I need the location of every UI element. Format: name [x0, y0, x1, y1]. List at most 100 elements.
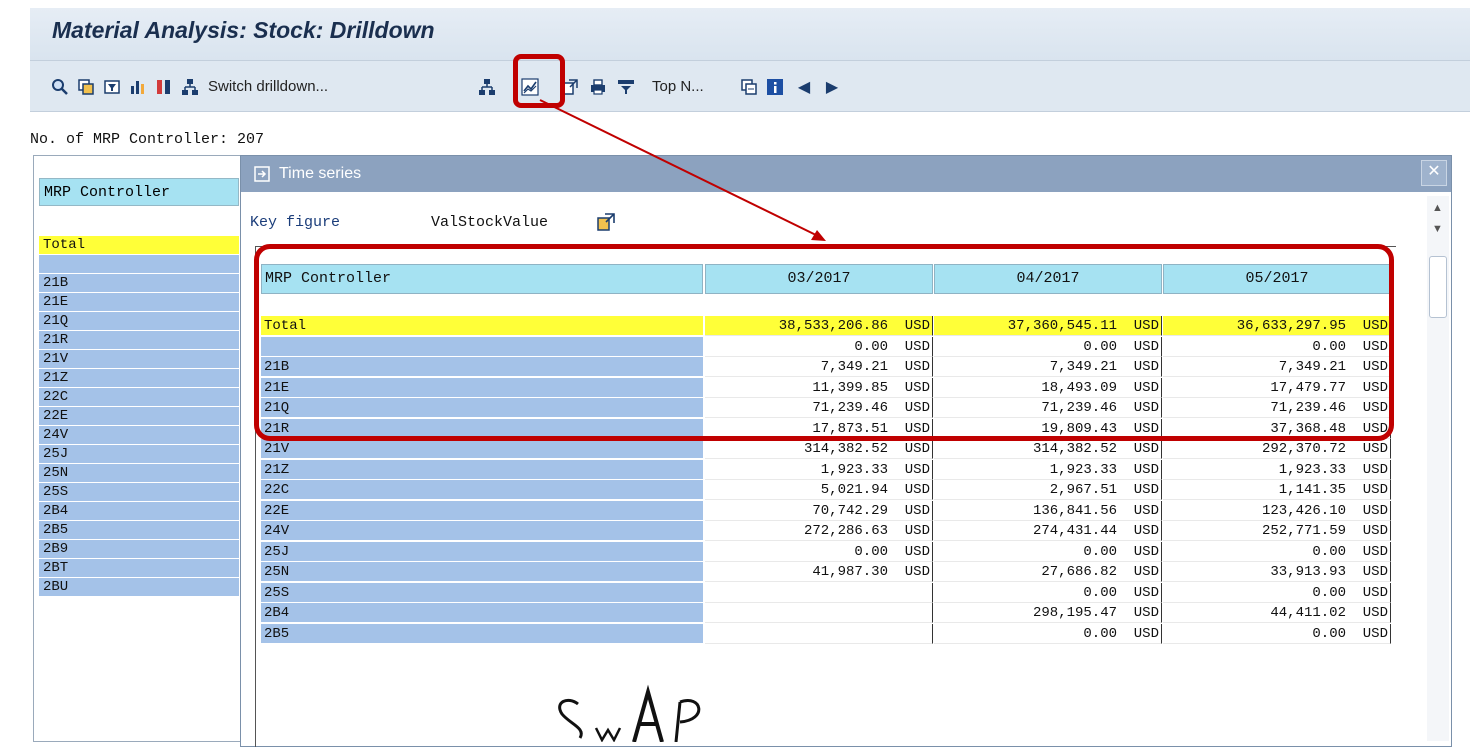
table-row[interactable]: 25J 0.00 USD 0.00 USD 0.00 USD	[256, 541, 1396, 563]
bar-chart-icon[interactable]	[126, 74, 150, 100]
prev-arrow-icon[interactable]: ◀	[792, 74, 816, 100]
table-row[interactable]: 24V 272,286.63 USD 274,431.44 USD 252,771.59 U…	[256, 521, 1396, 542]
row-label: 22C	[261, 480, 703, 500]
list-header[interactable]: MRP Controller	[39, 178, 239, 206]
currency: USD	[1362, 625, 1388, 642]
amount: 1,141.35	[1278, 482, 1346, 498]
select-key-figure-icon[interactable]	[596, 212, 616, 232]
key-figure-value: ValStockValue	[431, 214, 549, 231]
list-item[interactable]	[39, 255, 239, 274]
scroll-down-icon[interactable]: ▼	[1432, 223, 1443, 235]
amount: 292,370.72	[1261, 441, 1346, 457]
currency: USD	[1362, 564, 1388, 580]
list-item[interactable]: 21Z	[39, 369, 239, 388]
list-item[interactable]: Total	[39, 236, 239, 255]
table-row[interactable]: 2B5 0.00 USD 0.00 USD	[256, 623, 1396, 645]
value-cell: 5,021.94 USD	[705, 480, 933, 500]
value-cell: 274,431.44 USD	[934, 521, 1162, 541]
amount: 0.00	[1312, 584, 1346, 601]
value-cell: 0.00 USD	[934, 541, 1162, 562]
currency: USD	[1133, 605, 1159, 621]
scroll-up-icon[interactable]: ▲	[1432, 202, 1443, 214]
dialog-title-bar: Time series ✕	[241, 156, 1451, 192]
table-row[interactable]: 22C 5,021.94 USD 2,967.51 USD 1,141.35 USD	[256, 480, 1396, 501]
layout-filter-icon[interactable]	[614, 74, 638, 100]
table-row[interactable]: 25N 41,987.30 USD 27,686.82 USD 33,913.93 USD	[256, 562, 1396, 583]
value-cell: 136,841.56 USD	[934, 500, 1162, 521]
list-item[interactable]: 2B9	[39, 540, 239, 559]
value-cell: 0.00 USD	[934, 582, 1162, 603]
scroll-thumb[interactable]	[1429, 256, 1447, 318]
list-item[interactable]: 25S	[39, 483, 239, 502]
list-item[interactable]: 25N	[39, 464, 239, 483]
value-cell: 272,286.63 USD	[705, 521, 933, 541]
currency: USD	[1133, 441, 1159, 457]
value-cell: 298,195.47 USD	[934, 603, 1162, 623]
close-button[interactable]: ✕	[1421, 160, 1447, 186]
value-cell	[705, 603, 933, 623]
table-row[interactable]: 21V 314,382.52 USD 314,382.52 USD 292,370.72 U…	[256, 439, 1396, 460]
row-label: 2B4	[261, 603, 703, 623]
list-item[interactable]: 25J	[39, 445, 239, 464]
currency: USD	[1362, 523, 1388, 539]
list-item[interactable]: 22E	[39, 407, 239, 426]
hierarchy-icon[interactable]	[178, 74, 202, 100]
value-cell: 0.00 USD	[1163, 582, 1391, 603]
amount: 0.00	[854, 543, 888, 560]
copy-icon[interactable]	[74, 74, 98, 100]
amount: 123,426.10	[1261, 502, 1346, 519]
drilldown-hierarchy-icon[interactable]	[475, 74, 499, 100]
value-cell: 27,686.82 USD	[934, 562, 1162, 582]
value-cell	[705, 623, 933, 644]
value-cell: 314,382.52 USD	[934, 439, 1162, 459]
sort-icon[interactable]	[152, 74, 176, 100]
row-label: 25N	[261, 562, 703, 582]
switch-drilldown-button[interactable]: Switch drilldown...	[208, 74, 328, 98]
currency: USD	[904, 564, 930, 580]
currency: USD	[904, 523, 930, 539]
toolbar: Switch drilldown... Top N... ◀ ▶	[30, 61, 1470, 112]
next-arrow-icon[interactable]: ▶	[820, 74, 844, 100]
value-cell: 41,987.30 USD	[705, 562, 933, 582]
list-item[interactable]: 2BT	[39, 559, 239, 578]
list-item[interactable]: 2B4	[39, 502, 239, 521]
table-row[interactable]: 21Z 1,923.33 USD 1,923.33 USD 1,923.33 USD	[256, 459, 1396, 481]
list-item[interactable]: 21Q	[39, 312, 239, 331]
print-icon[interactable]	[586, 74, 610, 100]
amount: 5,021.94	[820, 482, 888, 498]
vertical-scrollbar[interactable]: ▲ ▼	[1427, 196, 1449, 741]
row-label: 25J	[261, 541, 703, 562]
list-item[interactable]: 21E	[39, 293, 239, 312]
value-cell: 44,411.02 USD	[1163, 603, 1391, 623]
value-cell: 1,141.35 USD	[1163, 480, 1391, 500]
row-label: 2B5	[261, 623, 703, 644]
list-item[interactable]: 24V	[39, 426, 239, 445]
table-row[interactable]: 22E 70,742.29 USD 136,841.56 USD 123,426.10 US…	[256, 500, 1396, 522]
list-item[interactable]: 21R	[39, 331, 239, 350]
list-item[interactable]: 21B	[39, 274, 239, 293]
table-row[interactable]: 2B4 298,195.47 USD 44,411.02 USD	[256, 603, 1396, 624]
magnifier-detail-icon[interactable]	[48, 74, 72, 100]
table-row[interactable]: 25S 0.00 USD 0.00 USD	[256, 582, 1396, 604]
currency: USD	[904, 441, 930, 457]
currency: USD	[904, 502, 930, 519]
filter-icon[interactable]	[100, 74, 124, 100]
info-icon[interactable]	[763, 74, 787, 100]
top-n-button[interactable]: Top N...	[652, 74, 704, 98]
amount: 0.00	[1312, 625, 1346, 642]
time-series-highlight	[513, 54, 565, 108]
value-cell	[705, 582, 933, 603]
currency: USD	[1362, 605, 1388, 621]
copy-view-icon[interactable]	[737, 74, 761, 100]
list-rows: Total 21B 21E 21Q 21R 21V 21Z 22C 22E 24V 25J 25N 25…	[39, 236, 239, 597]
amount: 44,411.02	[1270, 605, 1346, 621]
amount: 314,382.52	[1032, 441, 1117, 457]
list-item[interactable]: 22C	[39, 388, 239, 407]
amount: 1,923.33	[1049, 461, 1117, 478]
list-item[interactable]: 2B5	[39, 521, 239, 540]
amount: 314,382.52	[803, 441, 888, 457]
value-cell: 33,913.93 USD	[1163, 562, 1391, 582]
list-item[interactable]: 21V	[39, 350, 239, 369]
currency: USD	[904, 543, 930, 560]
list-item[interactable]: 2BU	[39, 578, 239, 597]
